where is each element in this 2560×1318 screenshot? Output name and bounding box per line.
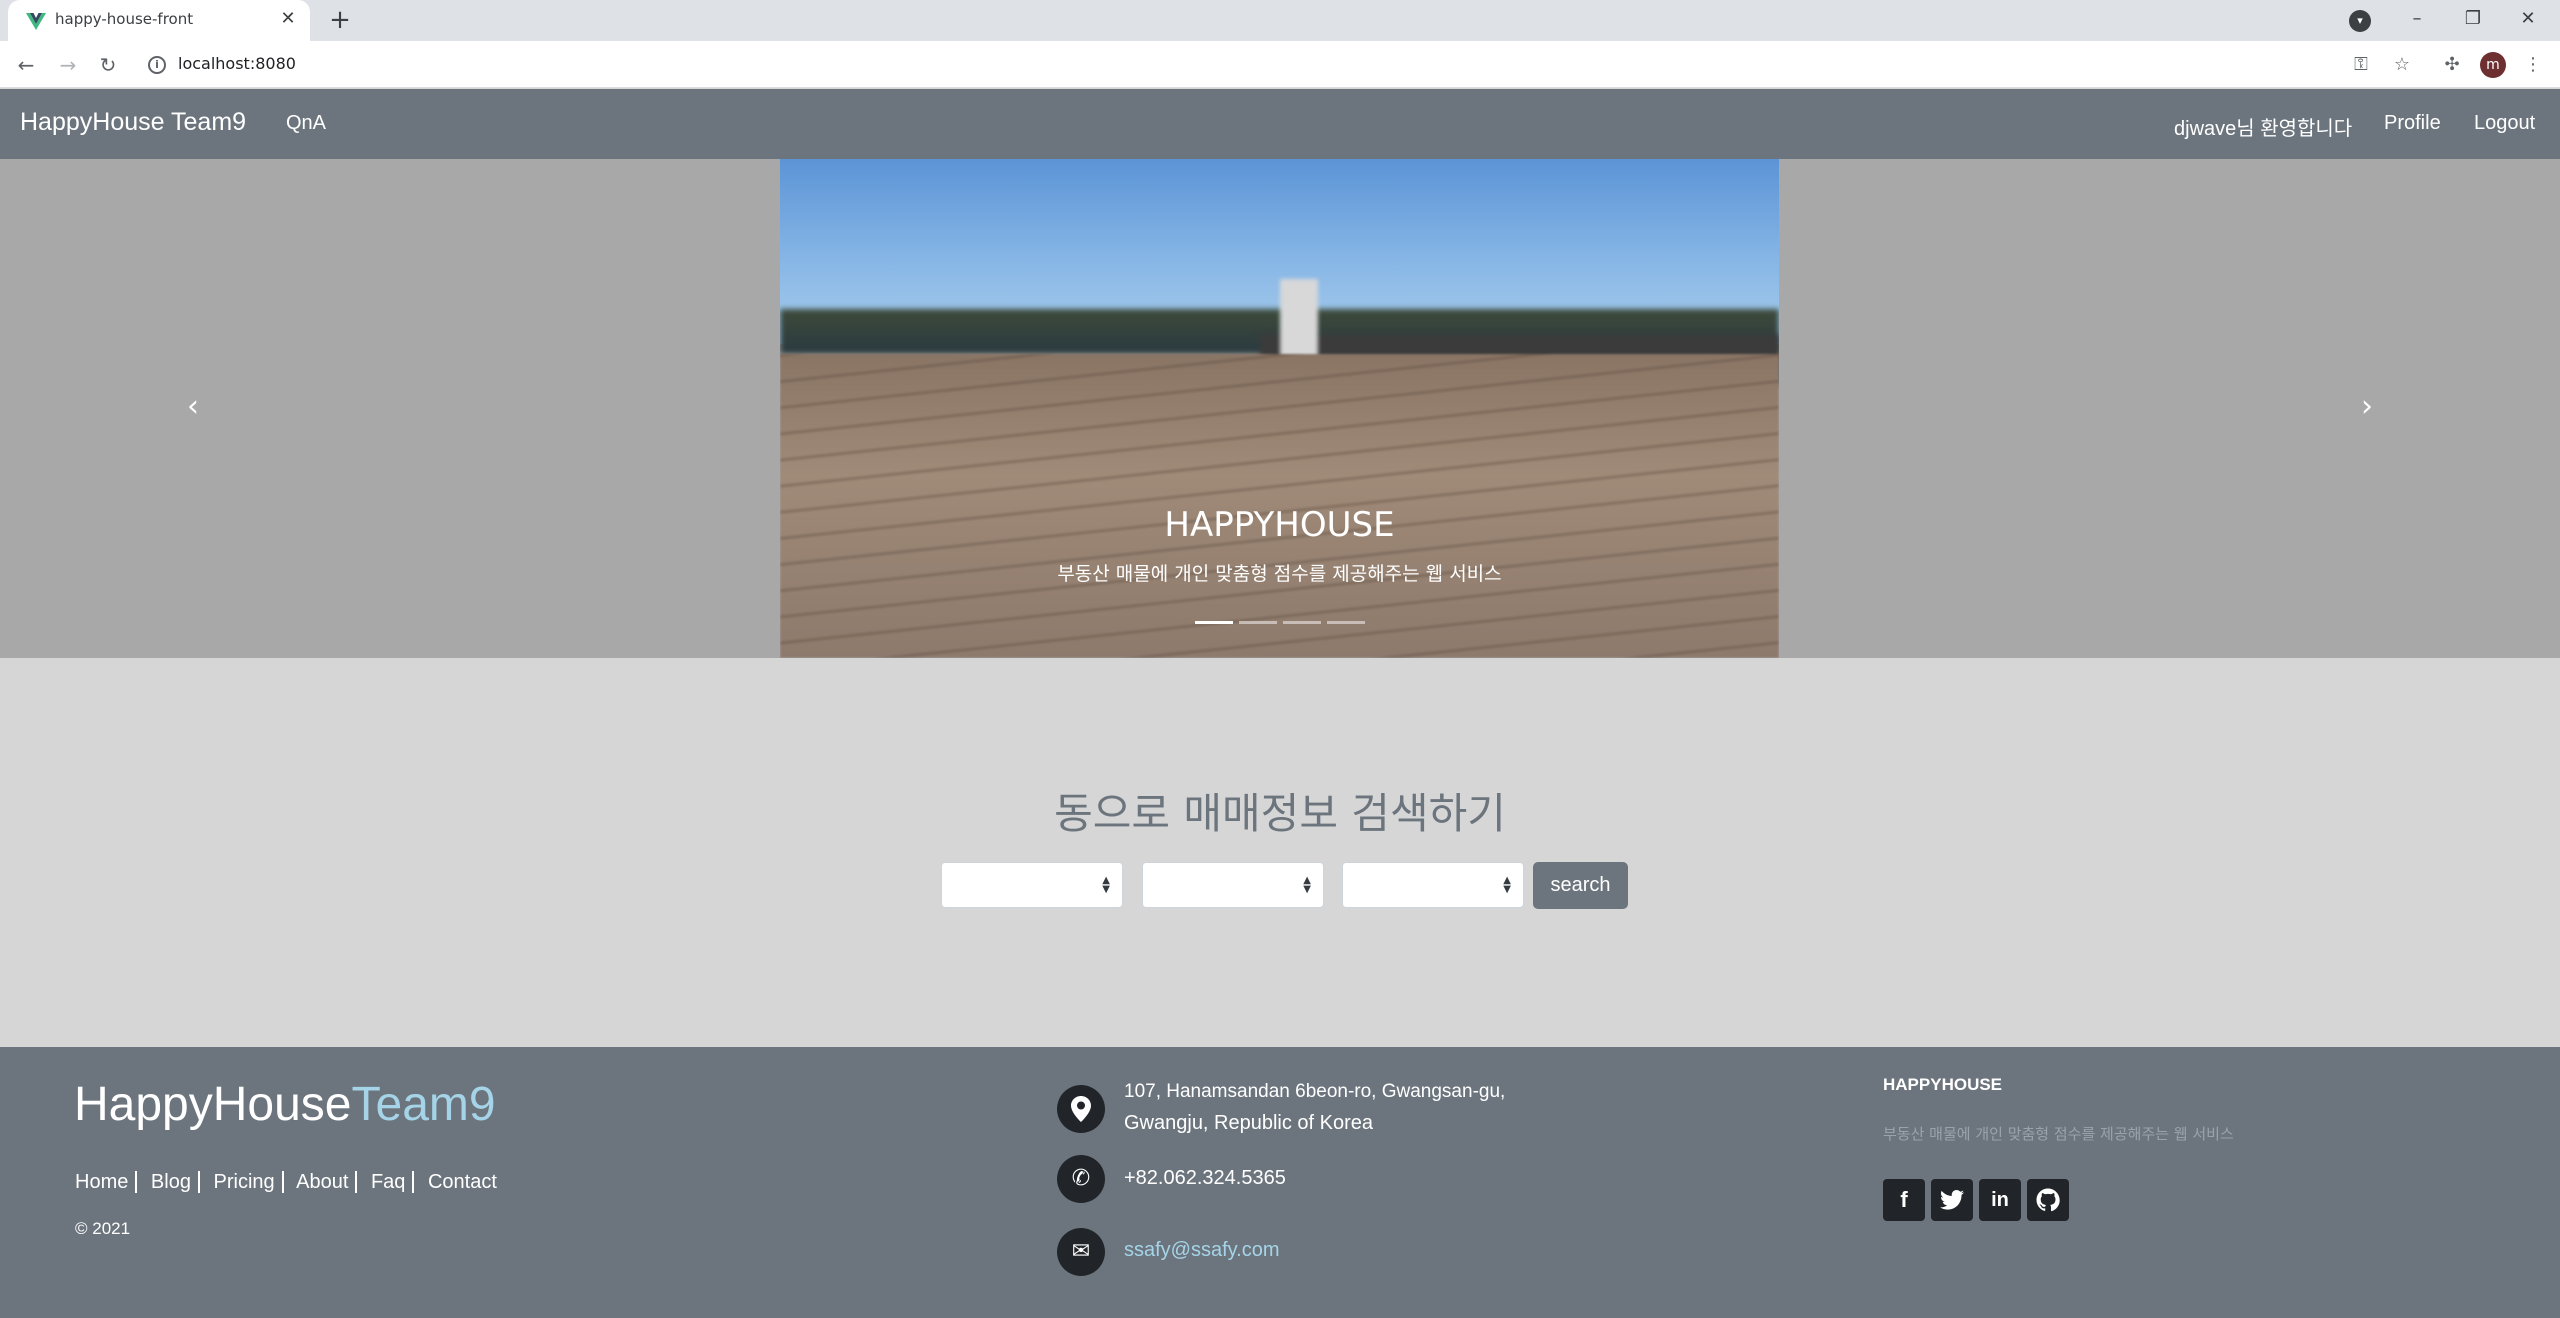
carousel-caption-text: 부동산 매물에 개인 맞춤형 점수를 제공해주는 웹 서비스 — [1057, 563, 1502, 585]
welcome-text: djwave님 환영합니다 — [2174, 118, 2353, 140]
forward-icon[interactable]: → — [54, 51, 82, 79]
browser-tab[interactable]: happy-house-front ✕ — [8, 0, 310, 41]
carousel-indicator[interactable] — [1326, 621, 1365, 624]
footer-about-text: 부동산 매물에 개인 맞춤형 점수를 제공해주는 웹 서비스 — [1883, 1125, 2234, 1143]
carousel-caption-title: HAPPYHOUSE — [1164, 505, 1395, 545]
copyright: © 2021 — [75, 1219, 131, 1238]
carousel-prev-icon[interactable]: ‹ — [178, 387, 208, 427]
phone-icon: ✆ — [1057, 1155, 1105, 1203]
profile-avatar[interactable]: m — [2480, 52, 2506, 78]
carousel-indicator[interactable] — [1194, 621, 1233, 624]
select-caret-icon: ▲ ▼ — [1102, 875, 1110, 895]
footer-link-contact[interactable]: Contact — [428, 1171, 504, 1193]
nav-link-qna[interactable]: QnA — [286, 112, 326, 135]
envelope-icon: ✉ — [1057, 1228, 1105, 1276]
browser-tabstrip: happy-house-front ✕ + ▾ – ❐ ✕ — [0, 0, 2560, 41]
github-icon[interactable] — [2027, 1179, 2069, 1221]
linkedin-icon[interactable]: in — [1979, 1179, 2021, 1221]
nav-link-logout[interactable]: Logout — [2474, 112, 2535, 135]
phone-number: +82.062.324.5365 — [1124, 1167, 1286, 1189]
new-tab-button[interactable]: + — [326, 7, 354, 35]
twitter-icon[interactable] — [1931, 1179, 1973, 1221]
footer-brand: HappyHouseTeam9 — [74, 1077, 496, 1132]
bookmark-star-icon[interactable]: ☆ — [2390, 53, 2414, 77]
select-dong[interactable]: ▲ ▼ — [1342, 862, 1524, 908]
map-marker-icon — [1057, 1085, 1105, 1133]
footer-brand-accent: Team9 — [351, 1078, 496, 1131]
browser-toolbar: ← → ↻ i localhost:8080 ⚿ ☆ ✣ m ⋮ — [0, 41, 2560, 88]
facebook-icon[interactable]: f — [1883, 1179, 1925, 1221]
footer-link-blog[interactable]: Blog — [151, 1171, 198, 1193]
footer-link-pricing[interactable]: Pricing — [214, 1171, 282, 1193]
address-line2: Gwangju, Republic of Korea — [1124, 1112, 1374, 1134]
footer-link-home[interactable]: Home — [75, 1171, 135, 1193]
hero-carousel: ‹ HAPPYHOUSE 부동산 매물에 개인 맞춤형 점수를 제공해주는 웹 … — [0, 159, 2560, 658]
carousel-next-icon[interactable]: › — [2352, 387, 2382, 427]
footer-links: Home Blog Pricing About Faq Contact — [75, 1171, 504, 1194]
carousel-indicators — [780, 621, 1779, 624]
select-caret-icon: ▲ ▼ — [1503, 875, 1511, 895]
search-button[interactable]: search — [1533, 862, 1628, 909]
url-text[interactable]: localhost:8080 — [178, 54, 296, 73]
tab-close-icon[interactable]: ✕ — [278, 9, 298, 29]
footer-link-about[interactable]: About — [296, 1171, 355, 1193]
key-icon[interactable]: ⚿ — [2349, 53, 2373, 77]
restore-button[interactable]: ❐ — [2453, 4, 2493, 34]
back-icon[interactable]: ← — [12, 51, 40, 79]
minimize-button[interactable]: – — [2397, 4, 2437, 34]
site-footer: HappyHouseTeam9 Home Blog Pricing About … — [0, 1047, 2560, 1318]
site-info-icon[interactable]: i — [148, 56, 166, 74]
reload-icon[interactable]: ↻ — [94, 51, 122, 79]
address-bar[interactable]: i localhost:8080 — [138, 47, 2518, 83]
site-navbar: HappyHouse Team9 QnA djwave님 환영합니다 Profi… — [0, 89, 2560, 159]
footer-brand-main: HappyHouse — [74, 1078, 352, 1131]
tab-title: happy-house-front — [55, 10, 194, 28]
nav-link-profile[interactable]: Profile — [2384, 112, 2441, 135]
email-link[interactable]: ssafy@ssafy.com — [1124, 1239, 1280, 1262]
extensions-icon[interactable]: ✣ — [2440, 53, 2464, 77]
search-title: 동으로 매매정보 검색하기 — [1054, 789, 1506, 838]
footer-link-faq[interactable]: Faq — [371, 1171, 412, 1193]
footer-about-title: HAPPYHOUSE — [1883, 1075, 2003, 1094]
select-city[interactable]: ▲ ▼ — [941, 862, 1123, 908]
address-line1: 107, Hanamsandan 6beon-ro, Gwangsan-gu, — [1124, 1081, 1506, 1102]
navbar-brand[interactable]: HappyHouse Team9 — [20, 108, 246, 137]
close-window-button[interactable]: ✕ — [2508, 4, 2548, 34]
carousel-slide-image: HAPPYHOUSE 부동산 매물에 개인 맞춤형 점수를 제공해주는 웹 서비… — [780, 159, 1779, 658]
tab-search-icon[interactable]: ▾ — [2349, 10, 2371, 32]
menu-kebab-icon[interactable]: ⋮ — [2521, 53, 2545, 77]
select-caret-icon: ▲ ▼ — [1303, 875, 1311, 895]
carousel-indicator[interactable] — [1238, 621, 1277, 624]
vue-logo-icon — [26, 13, 46, 30]
select-district[interactable]: ▲ ▼ — [1142, 862, 1324, 908]
carousel-indicator[interactable] — [1282, 621, 1321, 624]
